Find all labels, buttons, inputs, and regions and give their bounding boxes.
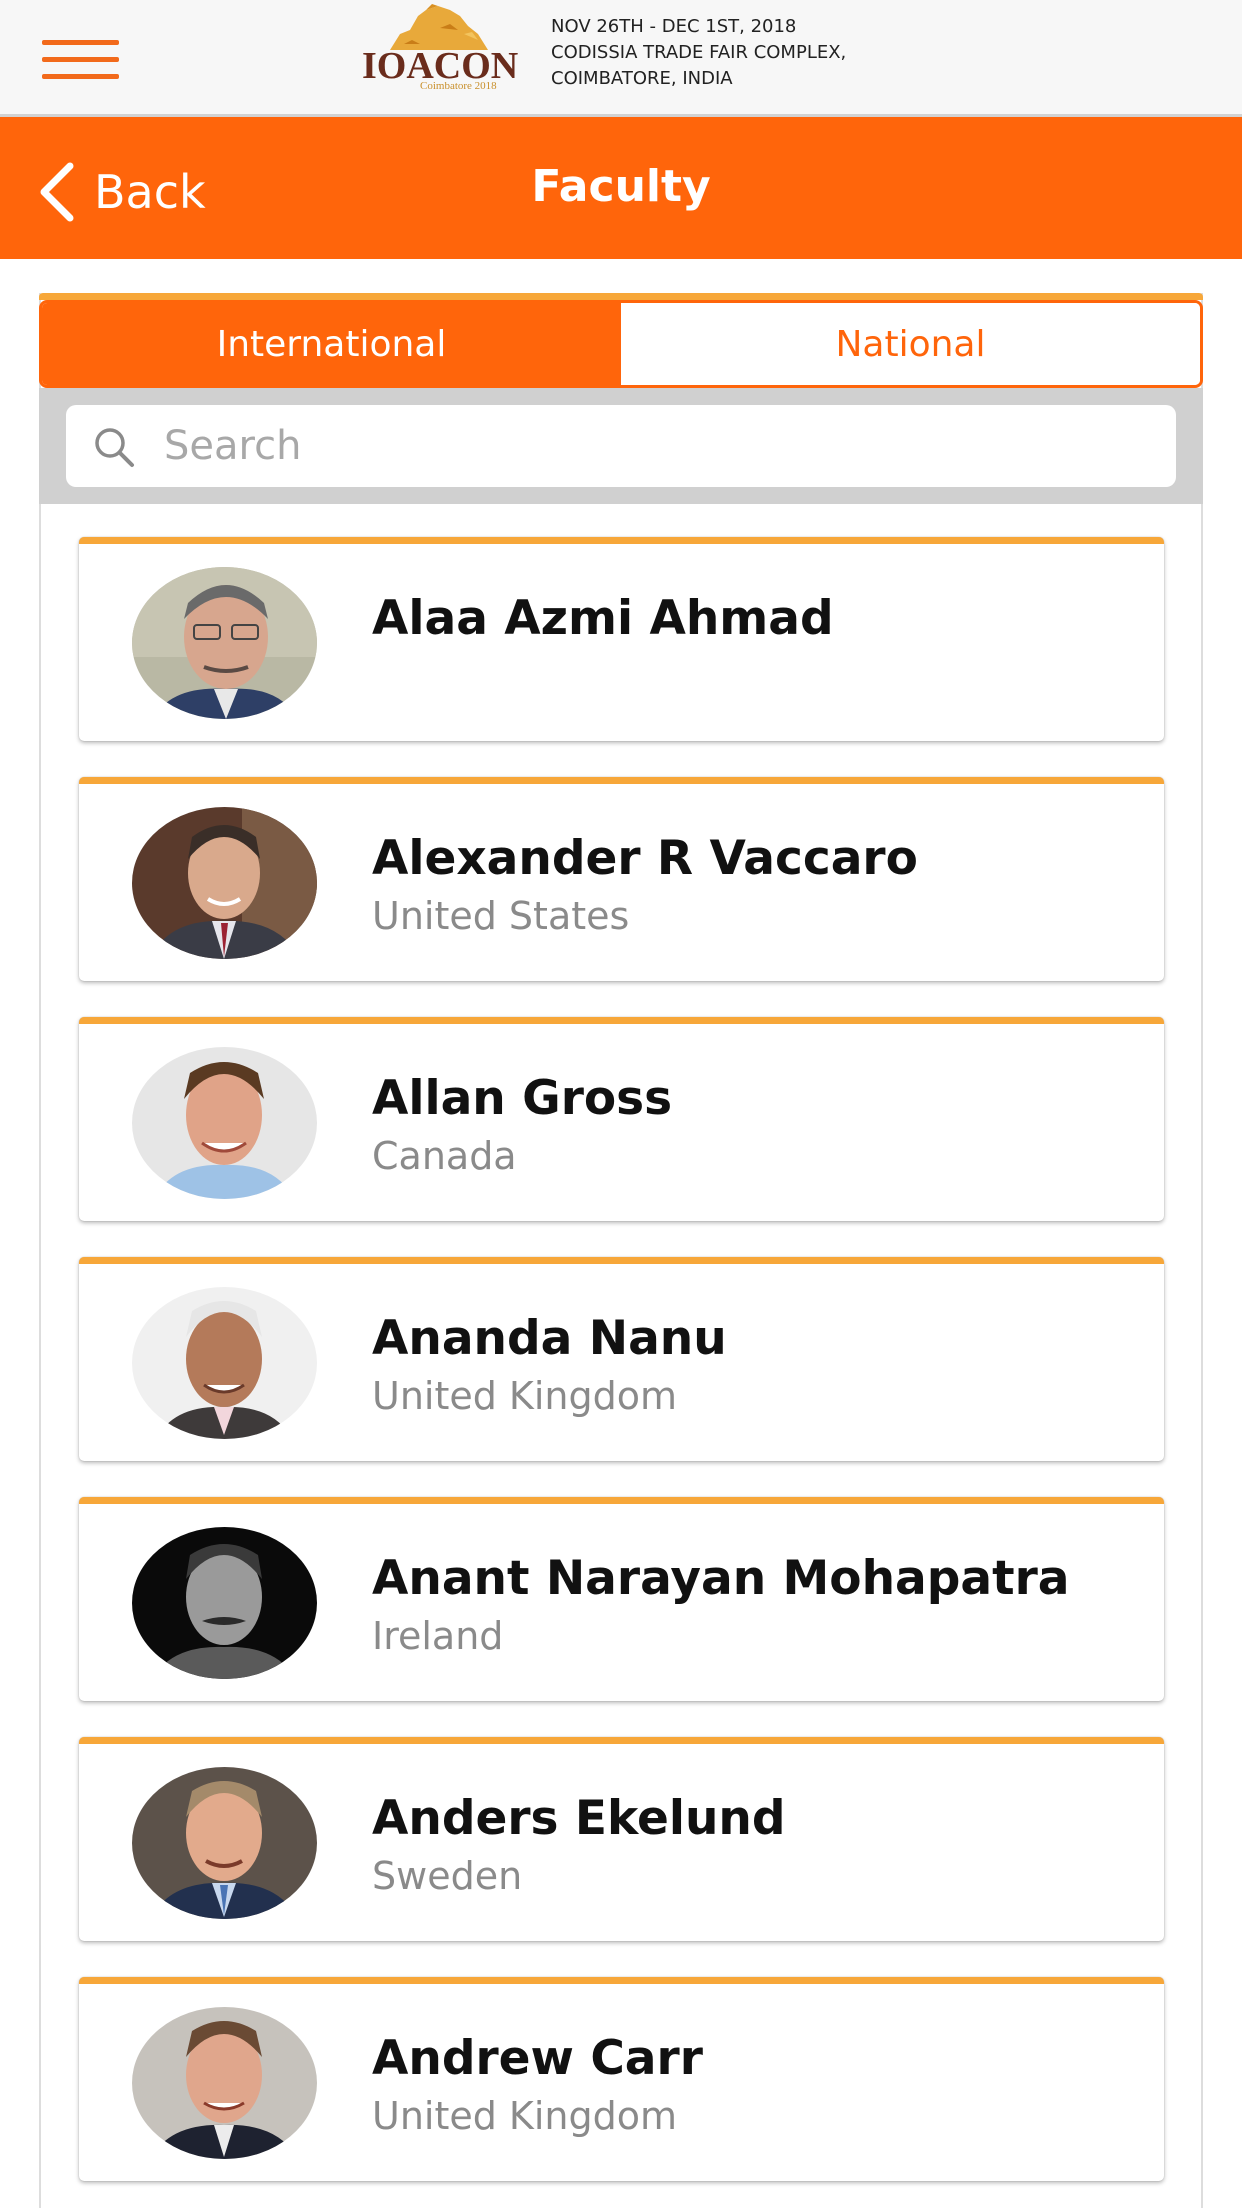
search-icon: [95, 428, 134, 467]
faculty-name: Allan Gross: [372, 1071, 673, 1126]
faculty-card[interactable]: Alexander R Vaccaro United States: [79, 777, 1164, 981]
event-venue: CODISSIA TRADE FAIR COMPLEX,: [551, 42, 847, 63]
faculty-country: United States: [372, 894, 630, 938]
faculty-country: Canada: [372, 1134, 517, 1178]
faculty-card[interactable]: Alaa Azmi Ahmad: [79, 537, 1164, 741]
ioacon-logo: IOACON Coimbatore 2018: [360, 4, 530, 94]
faculty-name: Anders Ekelund: [372, 1791, 786, 1846]
title-bar: Back Faculty: [0, 117, 1242, 259]
avatar: [132, 2007, 317, 2159]
avatar: [132, 1767, 317, 1919]
page-title: Faculty: [531, 161, 711, 212]
search-box[interactable]: [66, 405, 1176, 487]
tab-national[interactable]: National: [621, 303, 1200, 385]
avatar: [132, 1287, 317, 1439]
faculty-card[interactable]: Ananda Nanu United Kingdom: [79, 1257, 1164, 1461]
tab-international[interactable]: International: [42, 303, 621, 385]
avatar: [132, 1527, 317, 1679]
menu-icon[interactable]: [42, 40, 119, 80]
avatar: [132, 567, 317, 719]
event-location: COIMBATORE, INDIA: [551, 68, 733, 89]
logo-subtext: Coimbatore 2018: [420, 80, 497, 92]
faculty-country: Ireland: [372, 1614, 504, 1658]
faculty-name: Andrew Carr: [372, 2031, 703, 2086]
search-input[interactable]: [164, 415, 1144, 477]
faculty-name: Alaa Azmi Ahmad: [372, 591, 834, 646]
panel-accent-line: [39, 293, 1203, 300]
faculty-name: Ananda Nanu: [372, 1311, 727, 1366]
event-info: NOV 26TH - DEC 1ST, 2018 CODISSIA TRADE …: [551, 14, 846, 92]
avatar: [132, 1047, 317, 1199]
faculty-card[interactable]: Andrew Carr United Kingdom: [79, 1977, 1164, 2181]
avatar: [132, 807, 317, 959]
faculty-name: Alexander R Vaccaro: [372, 831, 918, 886]
faculty-country: United Kingdom: [372, 2094, 678, 2138]
faculty-card[interactable]: Anders Ekelund Sweden: [79, 1737, 1164, 1941]
faculty-country: Sweden: [372, 1854, 523, 1898]
region-tabs: International National: [39, 300, 1203, 388]
faculty-name: Anant Narayan Mohapatra: [372, 1551, 1070, 1606]
faculty-country: United Kingdom: [372, 1374, 678, 1418]
faculty-card[interactable]: Anant Narayan Mohapatra Ireland: [79, 1497, 1164, 1701]
event-dates: NOV 26TH - DEC 1ST, 2018: [551, 16, 797, 37]
faculty-card[interactable]: Allan Gross Canada: [79, 1017, 1164, 1221]
app-header: IOACON Coimbatore 2018 NOV 26TH - DEC 1S…: [0, 0, 1242, 117]
